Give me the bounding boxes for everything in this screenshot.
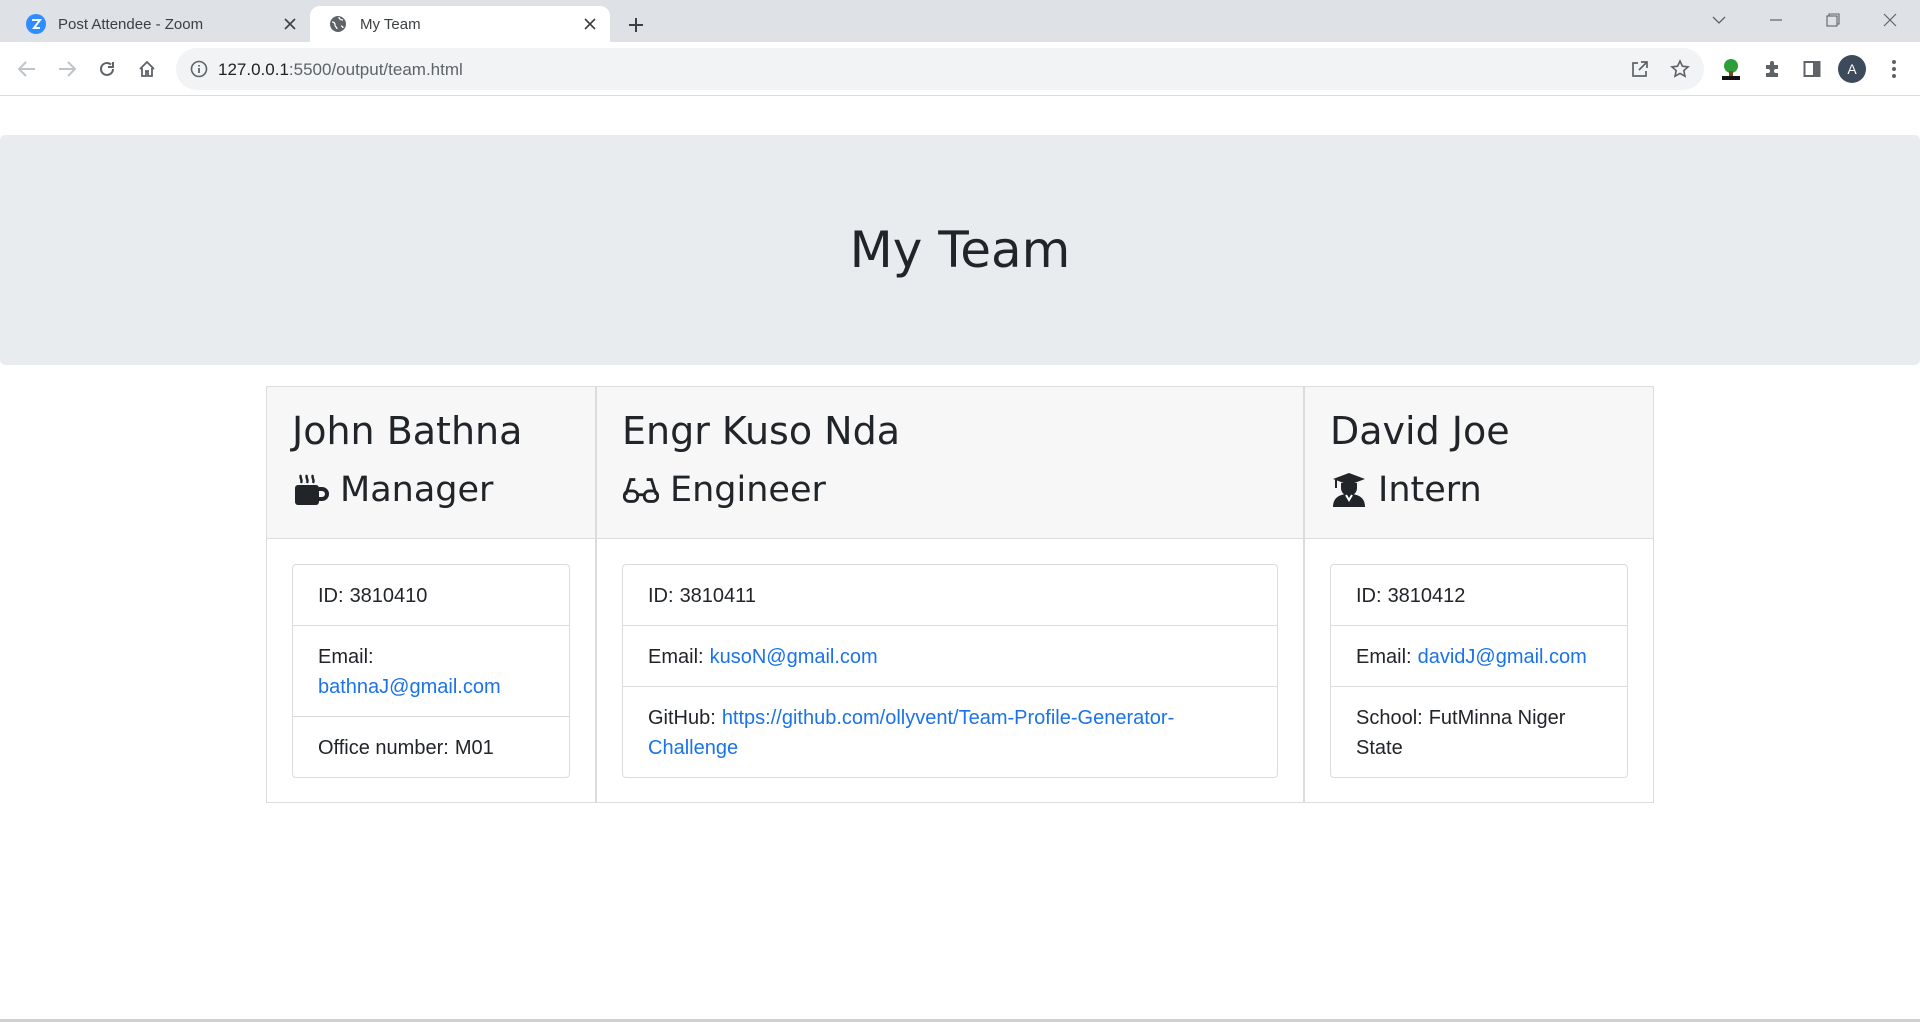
employee-name: John Bathna [292, 409, 523, 453]
id-item: ID: 3810411 [623, 565, 1277, 625]
forward-arrow-icon[interactable] [51, 53, 83, 85]
employee-role: Engineer [622, 459, 1278, 521]
employee-role: Intern [1330, 459, 1628, 521]
bookmark-star-icon[interactable] [1668, 57, 1692, 81]
office-number-value: M01 [454, 737, 494, 759]
menu-kebab-icon[interactable] [1878, 53, 1910, 85]
role-label: Intern [1378, 470, 1482, 510]
url-text[interactable]: 127.0.0.1:5500/output/team.html [218, 60, 463, 80]
github-item: GitHub: https://github.com/ollyvent/Team-… [623, 686, 1277, 777]
details-list: ID: 3810410 Email: bathnaJ@gmail.com Offic… [292, 564, 570, 778]
employee-card-engineer: Engr Kuso Nda Engineer ID: 3810411 Email:… [596, 386, 1304, 803]
email-item: Email: davidJ@gmail.com [1331, 625, 1627, 686]
email-label: Email: [1356, 646, 1412, 668]
id-label: ID: [1356, 585, 1382, 607]
reload-icon[interactable] [91, 53, 123, 85]
card-body: ID: 3810412 Email: davidJ@gmail.com School… [1305, 539, 1653, 803]
employee-card-intern: David Joe Intern ID: 3810412 Email: davidJ… [1304, 386, 1654, 803]
mug-icon [292, 471, 330, 509]
minimize-icon[interactable] [1756, 4, 1796, 36]
details-list: ID: 3810411 Email: kusoN@gmail.com GitHub:… [622, 564, 1278, 778]
extensions-puzzle-icon[interactable] [1756, 53, 1788, 85]
browser-toolbar: 127.0.0.1:5500/output/team.html A [0, 42, 1920, 96]
github-link[interactable]: https://github.com/ollyvent/Team-Profile… [648, 707, 1174, 759]
graduate-icon [1330, 471, 1368, 509]
tab-strip: Post Attendee - Zoom My Team [0, 0, 1920, 42]
employee-name: David Joe [1330, 409, 1510, 453]
url-path: :5500/output/team.html [288, 60, 463, 79]
zoom-icon [26, 14, 46, 34]
profile-avatar[interactable]: A [1838, 55, 1866, 83]
address-bar[interactable]: 127.0.0.1:5500/output/team.html [176, 48, 1704, 90]
employee-name: Engr Kuso Nda [622, 409, 900, 453]
close-icon[interactable] [578, 12, 602, 36]
tab-my-team[interactable]: My Team [310, 6, 610, 42]
tab-title: My Team [360, 15, 421, 33]
html-tree-extension-icon[interactable] [1715, 53, 1747, 85]
school-label: School: [1356, 707, 1423, 729]
tab-title: Post Attendee - Zoom [58, 15, 204, 33]
id-value: 3810412 [1387, 585, 1466, 607]
close-window-icon[interactable] [1870, 4, 1910, 36]
restore-icon[interactable] [1813, 4, 1853, 36]
header-jumbotron: My Team [0, 135, 1920, 365]
back-arrow-icon[interactable] [11, 53, 43, 85]
close-icon[interactable] [278, 12, 302, 36]
id-item: ID: 3810412 [1331, 565, 1627, 625]
details-list: ID: 3810412 Email: davidJ@gmail.com School… [1330, 564, 1628, 778]
info-icon[interactable] [188, 58, 210, 80]
school-item: School: FutMinna Niger State [1331, 686, 1627, 777]
home-icon[interactable] [131, 53, 163, 85]
office-number-label: Office number: [318, 737, 449, 759]
tab-search-chevron-icon[interactable] [1699, 4, 1739, 36]
side-panel-icon[interactable] [1796, 53, 1828, 85]
employee-role: Manager [292, 459, 570, 521]
email-link[interactable]: bathnaJ@gmail.com [318, 676, 501, 698]
card-header: David Joe Intern [1305, 387, 1653, 539]
card-header: Engr Kuso Nda Engineer [597, 387, 1303, 539]
card-body: ID: 3810410 Email: bathnaJ@gmail.com Offic… [267, 539, 595, 803]
office-number-item: Office number: M01 [293, 716, 569, 777]
id-label: ID: [648, 585, 674, 607]
email-label: Email: [648, 646, 704, 668]
role-label: Manager [340, 470, 494, 510]
role-label: Engineer [670, 470, 826, 510]
employee-card-manager: John Bathna Manager ID: 3810410 Email: bat… [266, 386, 596, 803]
email-item: Email: bathnaJ@gmail.com [293, 625, 569, 716]
card-header: John Bathna Manager [267, 387, 595, 539]
tab-zoom[interactable]: Post Attendee - Zoom [8, 6, 310, 42]
page-title: My Team [849, 221, 1071, 279]
id-item: ID: 3810410 [293, 565, 569, 625]
new-tab-button[interactable] [620, 9, 652, 41]
email-link[interactable]: kusoN@gmail.com [710, 646, 878, 668]
github-label: GitHub: [648, 707, 716, 729]
globe-icon [328, 14, 348, 34]
share-icon[interactable] [1628, 57, 1652, 81]
card-body: ID: 3810411 Email: kusoN@gmail.com GitHub:… [597, 539, 1303, 803]
email-link[interactable]: davidJ@gmail.com [1418, 646, 1587, 668]
url-host: 127.0.0.1 [218, 60, 289, 79]
id-value: 3810411 [679, 585, 756, 607]
id-value: 3810410 [349, 585, 428, 607]
email-item: Email: kusoN@gmail.com [623, 625, 1277, 686]
id-label: ID: [318, 585, 344, 607]
email-label: Email: [318, 646, 374, 668]
glasses-icon [622, 471, 660, 509]
